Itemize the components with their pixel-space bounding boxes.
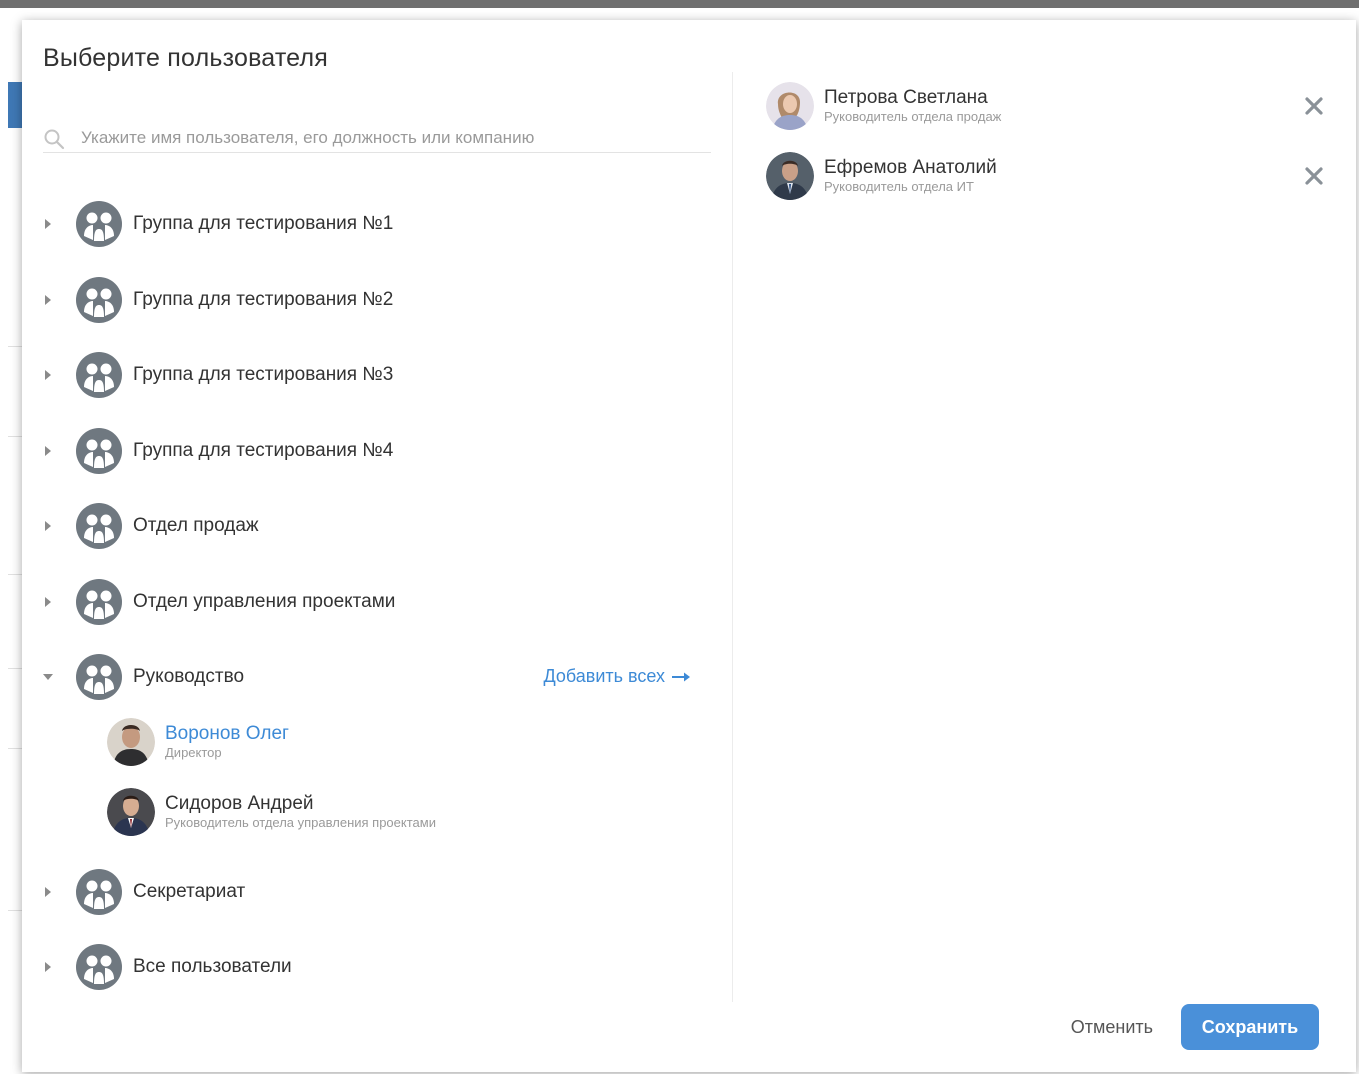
group-label: Секретариат [133,881,246,902]
dialog-footer: Отменить Сохранить [1071,1004,1319,1050]
dialog-title: Выберите пользователя [43,44,328,72]
expand-caret-icon[interactable] [45,295,51,305]
selected-user-name: Петрова Светлана [824,87,988,108]
group-icon [76,579,122,625]
selected-user-role: Руководитель отдела продаж [824,109,1002,124]
expand-caret-icon[interactable] [45,962,51,972]
search-icon [44,129,65,150]
selected-user-role: Руководитель отдела ИТ [824,179,974,194]
close-icon[interactable] [1302,164,1326,188]
group-row[interactable]: Отдел управления проектами [43,576,711,628]
expand-caret-icon[interactable] [45,370,51,380]
expand-caret-icon[interactable] [45,446,51,456]
group-label: Отдел управления проектами [133,591,396,612]
pane-divider [732,72,733,1002]
member-text: Сидоров Андрей Руководитель отдела управ… [165,793,436,831]
group-icon [76,201,122,247]
group-row[interactable]: Группа для тестирования №4 [43,425,711,477]
group-label: Группа для тестирования №1 [133,213,394,234]
group-row[interactable]: Группа для тестирования №2 [43,274,711,326]
close-icon[interactable] [1302,94,1326,118]
group-row[interactable]: Секретариат [43,866,711,918]
member-text: Воронов Олег Директор [165,723,289,761]
member-role: Директор [165,745,222,760]
group-label: Группа для тестирования №4 [133,440,394,461]
group-row[interactable]: Группа для тестирования №1 [43,198,711,250]
group-row-expanded[interactable]: Руководство Добавить всех [43,651,711,703]
collapse-caret-icon[interactable] [43,674,53,680]
background-divider [8,574,22,575]
expand-caret-icon[interactable] [45,887,51,897]
search-input[interactable] [79,125,703,151]
selected-user-row: Петрова Светлана Руководитель отдела про… [766,80,1326,132]
save-button[interactable]: Сохранить [1181,1004,1319,1050]
selected-user-name: Ефремов Анатолий [824,157,997,178]
group-label: Отдел продаж [133,515,259,536]
user-tree-pane: Группа для тестирования №1 Группа для те… [43,106,711,1006]
group-icon [76,352,122,398]
expand-caret-icon[interactable] [45,597,51,607]
arrow-right-icon [672,672,690,681]
group-label: Группа для тестирования №2 [133,289,394,310]
group-label: Группа для тестирования №3 [133,364,394,385]
group-icon [76,503,122,549]
select-user-dialog: Выберите пользователя Груп [22,20,1356,1072]
add-all-label: Добавить всех [543,666,665,686]
background-divider [8,346,22,347]
member-name: Сидоров Андрей [165,793,314,814]
background-divider [8,748,22,749]
group-icon [76,277,122,323]
selected-user-text: Петрова Светлана Руководитель отдела про… [824,87,1001,125]
member-name: Воронов Олег [165,723,289,744]
selected-user-row: Ефремов Анатолий Руководитель отдела ИТ [766,150,1326,202]
member-row[interactable]: Сидоров Андрей Руководитель отдела управ… [107,786,687,838]
background-divider [8,910,22,911]
group-icon [76,428,122,474]
group-row[interactable]: Группа для тестирования №3 [43,349,711,401]
user-avatar [766,82,814,130]
selected-user-text: Ефремов Анатолий Руководитель отдела ИТ [824,157,997,195]
expand-caret-icon[interactable] [45,521,51,531]
group-icon [76,944,122,990]
background-button-fragment [8,82,22,128]
background-divider [8,668,22,669]
background-divider [8,436,22,437]
user-avatar [107,718,155,766]
group-icon [76,869,122,915]
member-role: Руководитель отдела управления проектами [165,815,436,830]
add-all-link[interactable]: Добавить всех [543,666,691,687]
search-row [43,114,711,153]
member-row[interactable]: Воронов Олег Директор [107,716,687,768]
group-icon [76,654,122,700]
user-avatar [766,152,814,200]
user-avatar [107,788,155,836]
group-label: Все пользователи [133,956,292,977]
group-row[interactable]: Все пользователи [43,941,711,993]
group-label: Руководство [133,666,245,687]
cancel-button[interactable]: Отменить [1071,1017,1153,1038]
group-row[interactable]: Отдел продаж [43,500,711,552]
expand-caret-icon[interactable] [45,219,51,229]
